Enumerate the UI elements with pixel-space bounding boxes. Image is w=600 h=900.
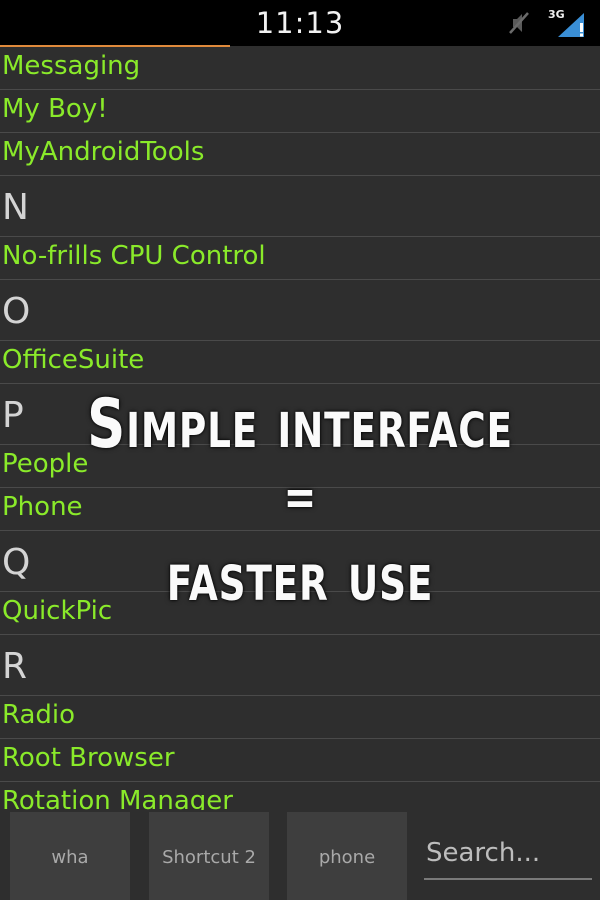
app-item[interactable]: My Boy! bbox=[0, 90, 600, 133]
mute-icon bbox=[509, 12, 529, 34]
shortcut-button-3[interactable]: phone bbox=[287, 812, 407, 900]
app-item[interactable]: Rotation Manager bbox=[0, 782, 600, 810]
signal-icon bbox=[558, 13, 584, 37]
section-header-p: P bbox=[0, 384, 600, 445]
section-header-n: N bbox=[0, 176, 600, 237]
app-item[interactable]: Root Browser bbox=[0, 739, 600, 782]
app-drawer-screen: 11:13 3G Messaging My Boy! MyAndroidTools N… bbox=[0, 0, 600, 900]
app-item[interactable]: People bbox=[0, 445, 600, 488]
shortcut-button-2[interactable]: Shortcut 2 bbox=[149, 812, 269, 900]
section-header-o: O bbox=[0, 280, 600, 341]
shortcut-button-1[interactable]: wha bbox=[10, 812, 130, 900]
section-header-q: Q bbox=[0, 531, 600, 592]
status-bar: 11:13 3G bbox=[0, 0, 600, 46]
app-item[interactable]: Phone bbox=[0, 488, 600, 531]
app-item[interactable]: No-frills CPU Control bbox=[0, 237, 600, 280]
app-item[interactable]: OfficeSuite bbox=[0, 341, 600, 384]
section-header-r: R bbox=[0, 635, 600, 696]
bottom-bar: wha Shortcut 2 phone bbox=[0, 810, 600, 900]
app-list[interactable]: Messaging My Boy! MyAndroidTools N No-frills… bbox=[0, 47, 600, 810]
app-item[interactable]: MyAndroidTools bbox=[0, 133, 600, 176]
app-item[interactable]: Radio bbox=[0, 696, 600, 739]
app-item[interactable]: Messaging bbox=[0, 47, 600, 90]
search-input[interactable] bbox=[424, 828, 592, 880]
app-item[interactable]: QuickPic bbox=[0, 592, 600, 635]
